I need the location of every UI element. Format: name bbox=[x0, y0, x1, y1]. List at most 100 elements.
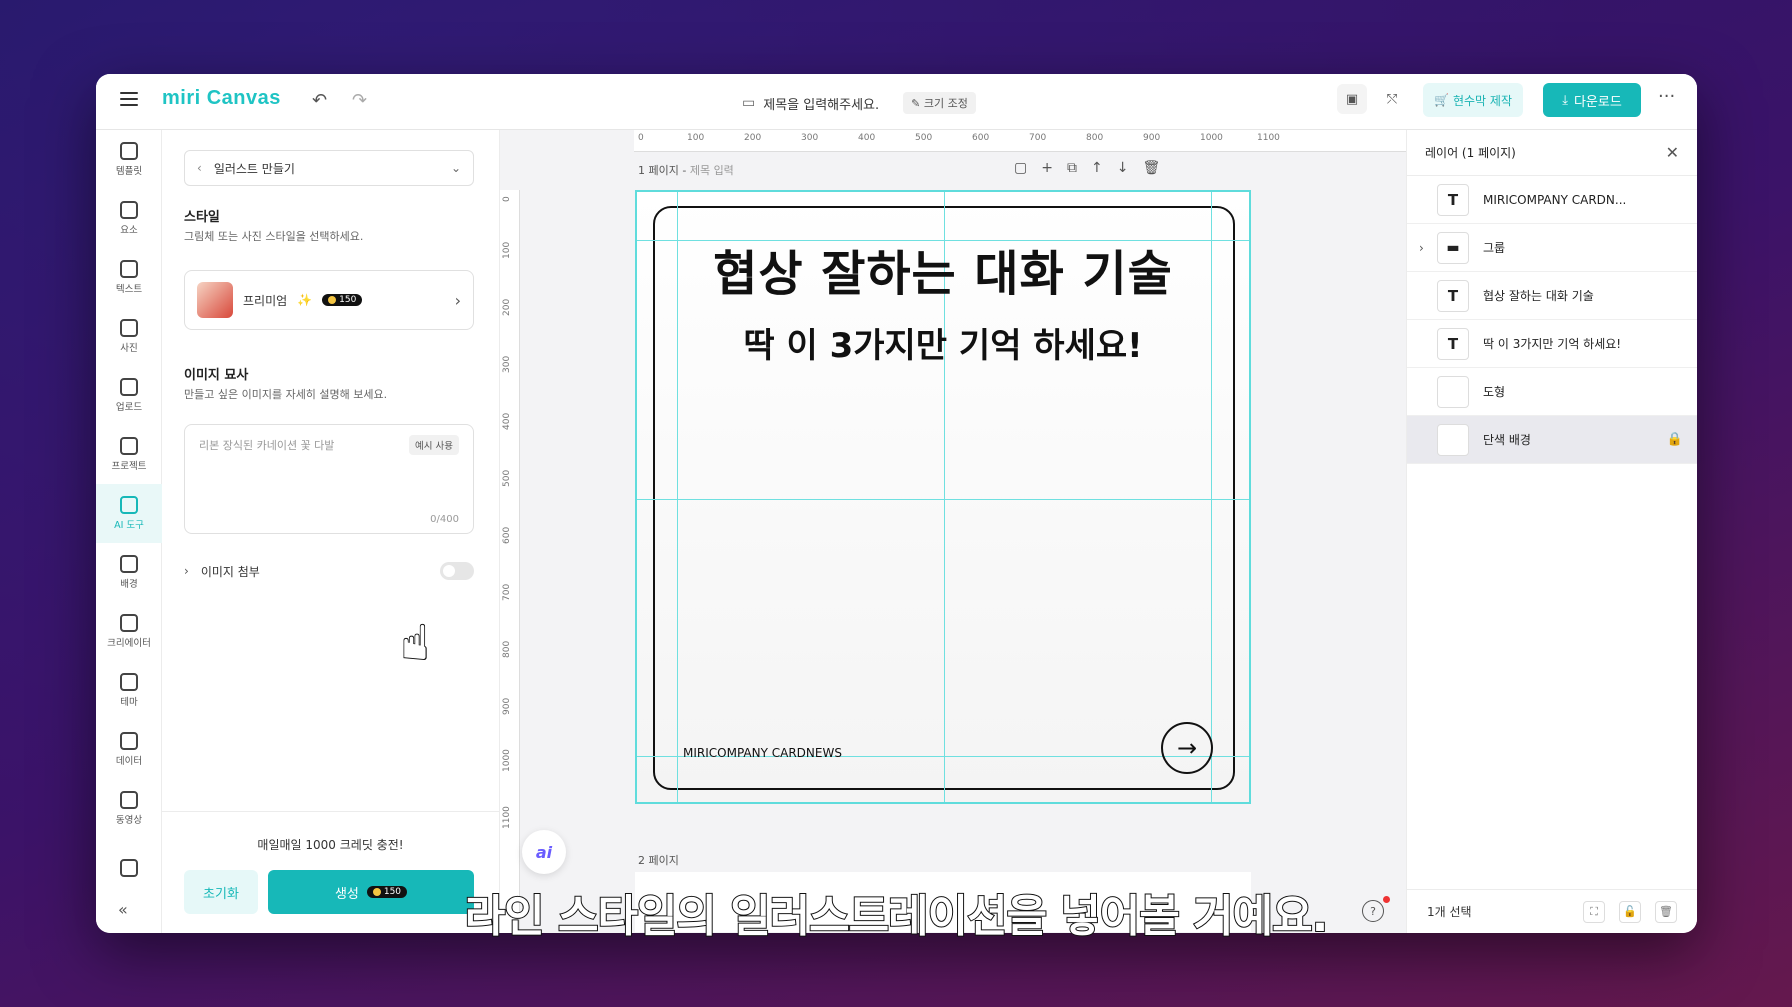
style-card[interactable]: 프리미엄 ✨ 150 › bbox=[184, 270, 474, 330]
app-window: miri Canvas ↶ ↷ ▭ 제목을 입력해주세요. ✎ 크기 조정 ▣ … bbox=[96, 74, 1697, 933]
image-description-textarea[interactable]: 리본 장식된 카네이션 꽃 다발 예시 사용 0/400 bbox=[184, 424, 474, 534]
page-title-input[interactable]: 제목 입력 bbox=[690, 164, 734, 177]
page-1[interactable]: 협상 잘하는 대화 기술 딱 이 3가지만 기억 하세요! MIRICOMPAN… bbox=[635, 190, 1251, 804]
layer-item[interactable]: › ▬ 그룹 bbox=[1407, 224, 1697, 272]
credit-badge: 150 bbox=[322, 294, 363, 306]
layer-item[interactable]: 도형 bbox=[1407, 368, 1697, 416]
photo-icon bbox=[120, 319, 138, 337]
document-title[interactable]: 제목을 입력해주세요. bbox=[763, 94, 879, 113]
save-icon[interactable]: ▣ bbox=[1337, 84, 1367, 114]
layer-item[interactable]: T딱 이 3가지만 기억 하세요! bbox=[1407, 320, 1697, 368]
ruler-left: 0 100 200 300 400 500 600 700 800 900 10… bbox=[500, 190, 520, 933]
cart-icon: 🛒 bbox=[1434, 93, 1449, 107]
sidebar-item-text[interactable]: 텍스트 bbox=[96, 248, 162, 307]
ai-tool-icon bbox=[120, 496, 138, 514]
sidebar-icon-bar: 템플릿 요소 텍스트 사진 업로드 프로젝트 AI 도구 배경 크리에이터 테마… bbox=[96, 130, 162, 933]
layer-item[interactable]: T MIRICOMPANY CARDN... bbox=[1407, 176, 1697, 224]
headline-text[interactable]: 협상 잘하는 대화 기술 bbox=[637, 234, 1249, 304]
ai-assistant-icon[interactable]: ai bbox=[522, 830, 566, 874]
title-area: ▭ 제목을 입력해주세요. ✎ 크기 조정 bbox=[742, 92, 976, 114]
lock-icon[interactable]: 🔒 bbox=[1667, 432, 1683, 447]
sidebar-item-data[interactable]: 데이터 bbox=[96, 720, 162, 779]
video-icon bbox=[120, 791, 138, 809]
layer-item[interactable]: T 협상 잘하는 대화 기술 bbox=[1407, 272, 1697, 320]
text-layer-icon: T bbox=[1437, 279, 1469, 312]
redo-icon[interactable]: ↷ bbox=[352, 90, 367, 111]
sidebar-item-ai-tool[interactable]: AI 도구 bbox=[96, 484, 162, 543]
layer-item[interactable]: 단색 배경 🔒 bbox=[1407, 416, 1697, 464]
creator-icon bbox=[120, 614, 138, 632]
ai-tool-panel: ‹ 일러스트 만들기 ⌄ 스타일 그림체 또는 사진 스타일을 선택하세요. 프… bbox=[162, 130, 500, 933]
guide-line bbox=[637, 499, 1249, 500]
textarea-placeholder: 리본 장식된 카네이션 꽃 다발 bbox=[199, 439, 335, 452]
sidebar-item-theme[interactable]: 테마 bbox=[96, 661, 162, 720]
resize-button[interactable]: ✎ 크기 조정 bbox=[903, 92, 976, 114]
upload-icon bbox=[120, 378, 138, 396]
layers-title: 레이어 (1 페이지) bbox=[1425, 146, 1516, 160]
sparkle-icon: ✨ bbox=[297, 293, 313, 307]
image-desc-desc: 만들고 싶은 이미지를 자세히 설명해 보세요. bbox=[184, 388, 388, 401]
template-icon bbox=[120, 142, 138, 160]
page-toolbar: ▢ + ⧉ ↑ ↓ 🗑 bbox=[1014, 160, 1160, 176]
more-icon[interactable]: ··· bbox=[1658, 86, 1675, 107]
theme-icon bbox=[120, 673, 138, 691]
duplicate-page-icon[interactable]: ⧉ bbox=[1067, 160, 1077, 176]
sidebar-item-elements[interactable]: 요소 bbox=[96, 189, 162, 248]
chevron-right-icon: › bbox=[454, 290, 461, 310]
text-layer-icon: T bbox=[1437, 183, 1469, 216]
delete-page-icon[interactable]: 🗑 bbox=[1142, 160, 1160, 176]
arrow-right-icon[interactable]: → bbox=[1161, 722, 1213, 774]
text-icon bbox=[120, 260, 138, 278]
layers-header: 레이어 (1 페이지) ✕ bbox=[1407, 130, 1697, 176]
close-icon[interactable]: ✕ bbox=[1666, 143, 1679, 162]
sidebar-item-video[interactable]: 동영상 bbox=[96, 779, 162, 838]
image-desc-title: 이미지 묘사 bbox=[184, 368, 249, 383]
sidebar-item-creator[interactable]: 크리에이터 bbox=[96, 602, 162, 661]
canvas-area[interactable]: 0 100 200 300 400 500 600 700 800 900 10… bbox=[500, 130, 1406, 933]
chevron-right-icon: › bbox=[184, 564, 189, 578]
hamburger-icon[interactable] bbox=[120, 92, 138, 106]
image-attach-toggle[interactable] bbox=[440, 562, 474, 580]
project-icon bbox=[120, 437, 138, 455]
tool-dropdown[interactable]: ‹ 일러스트 만들기 ⌄ bbox=[184, 150, 474, 186]
page-icon[interactable]: ▢ bbox=[1014, 160, 1027, 176]
page-1-label: 1 페이지 - 제목 입력 bbox=[638, 164, 734, 177]
tool-dropdown-label: 일러스트 만들기 bbox=[213, 161, 295, 176]
data-icon bbox=[120, 732, 138, 750]
app-logo[interactable]: miri Canvas bbox=[162, 87, 281, 110]
download-icon: ⤓ bbox=[1562, 92, 1568, 108]
text-layer-icon: T bbox=[1437, 327, 1469, 360]
folder-icon[interactable]: ▭ bbox=[742, 95, 755, 111]
add-page-icon[interactable]: + bbox=[1041, 160, 1053, 176]
image-attach-row[interactable]: › 이미지 첨부 bbox=[184, 562, 474, 580]
sidebar-item-template[interactable]: 템플릿 bbox=[96, 130, 162, 189]
background-layer-thumbnail bbox=[1437, 423, 1469, 456]
move-up-icon[interactable]: ↑ bbox=[1091, 160, 1103, 176]
video-subtitle: 라인 스타일의 일러스트레이션을 넣어볼 거예요. bbox=[464, 890, 1330, 943]
subline-text[interactable]: 딱 이 3가지만 기억 하세요! bbox=[637, 318, 1249, 367]
undo-icon[interactable]: ↶ bbox=[312, 90, 327, 111]
hand-cursor-icon: ☝ bbox=[400, 614, 431, 672]
background-icon bbox=[120, 555, 138, 573]
sidebar-item-project[interactable]: 프로젝트 bbox=[96, 425, 162, 484]
elements-icon bbox=[120, 201, 138, 219]
sidebar-item-upload[interactable]: 업로드 bbox=[96, 366, 162, 425]
folder-icon: ▬ bbox=[1437, 231, 1469, 264]
char-count: 0/400 bbox=[430, 514, 459, 525]
share-icon[interactable]: ⤲ bbox=[1377, 84, 1407, 114]
sidebar-item-photo[interactable]: 사진 bbox=[96, 307, 162, 366]
shape-layer-thumbnail bbox=[1437, 375, 1469, 408]
example-button[interactable]: 예시 사용 bbox=[409, 435, 459, 455]
banner-button[interactable]: 🛒 현수막 제작 bbox=[1423, 83, 1523, 117]
ruler-top: 0 100 200 300 400 500 600 700 800 900 10… bbox=[634, 130, 1406, 152]
chevron-down-icon: ⌄ bbox=[450, 161, 461, 175]
sidebar-item-background[interactable]: 배경 bbox=[96, 543, 162, 602]
back-chevron-icon[interactable]: ‹ bbox=[197, 161, 202, 175]
style-title: 스타일 bbox=[184, 210, 220, 225]
chevron-right-icon[interactable]: › bbox=[1419, 241, 1424, 255]
move-down-icon[interactable]: ↓ bbox=[1117, 160, 1129, 176]
download-button[interactable]: ⤓ 다운로드 bbox=[1543, 83, 1641, 117]
layers-panel: 레이어 (1 페이지) ✕ T MIRICOMPANY CARDN... › ▬ 그룹… bbox=[1406, 130, 1697, 933]
music-icon bbox=[120, 858, 138, 877]
cardnews-text[interactable]: MIRICOMPANY CARDNEWS bbox=[683, 746, 842, 760]
